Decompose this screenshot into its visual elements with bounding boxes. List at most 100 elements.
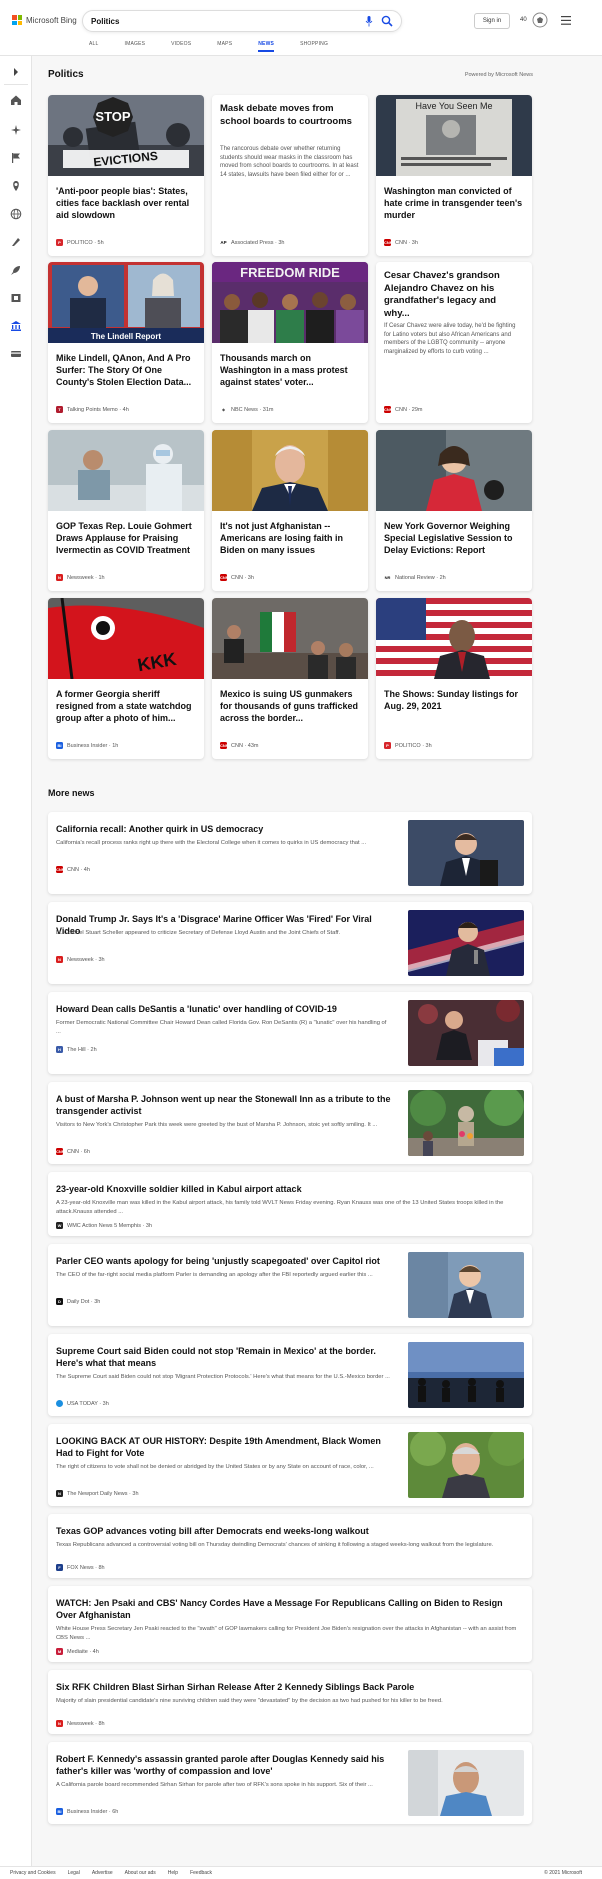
tab-shopping[interactable]: SHOPPING bbox=[300, 41, 328, 47]
politics-icon[interactable] bbox=[10, 320, 22, 332]
news-item[interactable]: Howard Dean calls DeSantis a 'lunatic' o… bbox=[48, 992, 532, 1074]
location-icon[interactable] bbox=[10, 180, 22, 192]
card-title[interactable]: Mexico is suing US gunmakers for thousan… bbox=[220, 688, 360, 724]
globe-icon[interactable] bbox=[10, 208, 22, 220]
footer-link-legal[interactable]: Legal bbox=[68, 1870, 80, 1876]
national-review-logo-icon: NR bbox=[384, 574, 391, 581]
news-item[interactable]: Texas GOP advances voting bill after Dem… bbox=[48, 1514, 532, 1578]
money-icon[interactable] bbox=[10, 348, 22, 360]
news-source: CNN CNN · 4h bbox=[56, 866, 90, 873]
news-image-sirhan bbox=[408, 1750, 524, 1816]
news-card[interactable]: Mask debate moves from school boards to … bbox=[212, 95, 368, 256]
card-title[interactable]: Thousands march on Washington in a mass … bbox=[220, 352, 360, 388]
footer-link-advertise[interactable]: Advertise bbox=[92, 1870, 113, 1876]
sign-in-button[interactable]: Sign in bbox=[474, 13, 510, 29]
news-title[interactable]: Supreme Court said Biden could not stop … bbox=[56, 1345, 392, 1369]
film-icon[interactable] bbox=[10, 292, 22, 304]
news-title[interactable]: LOOKING BACK AT OUR HISTORY: Despite 19t… bbox=[56, 1435, 392, 1459]
news-card[interactable]: New York Governor Weighing Special Legis… bbox=[376, 430, 532, 591]
menu-icon[interactable] bbox=[561, 16, 571, 25]
news-title[interactable]: California recall: Another quirk in US d… bbox=[56, 823, 392, 835]
news-item[interactable]: A bust of Marsha P. Johnson went up near… bbox=[48, 1082, 532, 1164]
microphone-icon[interactable] bbox=[365, 16, 373, 27]
news-title[interactable]: 23-year-old Knoxville soldier killed in … bbox=[56, 1183, 524, 1195]
news-item[interactable]: Robert F. Kennedy's assassin granted par… bbox=[48, 1742, 532, 1824]
card-title[interactable]: Washington man convicted of hate crime i… bbox=[384, 185, 524, 221]
news-card[interactable]: Mexico is suing US gunmakers for thousan… bbox=[212, 598, 368, 759]
sparkle-icon[interactable] bbox=[10, 124, 22, 136]
footer-link-help[interactable]: Help bbox=[168, 1870, 178, 1876]
news-title[interactable]: Parler CEO wants apology for being 'unju… bbox=[56, 1255, 392, 1267]
card-image-missing-poster: Have You Seen Me bbox=[376, 95, 532, 176]
card-title[interactable]: Mike Lindell, QAnon, And A Pro Surfer: T… bbox=[56, 352, 196, 388]
news-card[interactable]: The Lindell Report Mike Lindell, QAnon, … bbox=[48, 262, 204, 423]
news-item[interactable]: Six RFK Children Blast Sirhan Sirhan Rel… bbox=[48, 1670, 532, 1734]
sports-icon[interactable] bbox=[10, 236, 22, 248]
card-source: NR National Review · 2h bbox=[384, 574, 446, 581]
news-item[interactable]: 23-year-old Knoxville soldier killed in … bbox=[48, 1172, 532, 1236]
news-title[interactable]: Six RFK Children Blast Sirhan Sirhan Rel… bbox=[56, 1681, 524, 1693]
card-image-clyburn-flag bbox=[376, 598, 532, 679]
rewards-points[interactable]: 40 bbox=[520, 17, 527, 23]
powered-by[interactable]: Powered by Microsoft News bbox=[465, 72, 533, 78]
news-source: F FOX News · 8h bbox=[56, 1564, 105, 1571]
footer-link-privacy[interactable]: Privacy and Cookies bbox=[10, 1870, 56, 1876]
news-title[interactable]: Texas GOP advances voting bill after Dem… bbox=[56, 1525, 524, 1537]
bing-logo[interactable]: Microsoft Bing bbox=[12, 15, 77, 25]
tab-images[interactable]: IMAGES bbox=[125, 41, 146, 47]
tab-maps[interactable]: MAPS bbox=[217, 41, 232, 47]
news-item[interactable]: Donald Trump Jr. Says It's a 'Disgrace' … bbox=[48, 902, 532, 984]
fox-news-logo-icon: F bbox=[56, 1564, 63, 1571]
news-card[interactable]: STOP EVICTIONS 'Anti-poor people bias': … bbox=[48, 95, 204, 256]
search-box bbox=[82, 10, 402, 32]
footer-link-about-ads[interactable]: About our ads bbox=[125, 1870, 156, 1876]
card-title[interactable]: A former Georgia sheriff resigned from a… bbox=[56, 688, 196, 724]
card-source: CNN CNN · 3h bbox=[384, 239, 418, 246]
news-item[interactable]: WATCH: Jen Psaki and CBS' Nancy Cordes H… bbox=[48, 1586, 532, 1662]
news-image-trump-jr bbox=[408, 910, 524, 976]
card-image-mexico-press bbox=[212, 598, 368, 679]
card-title[interactable]: The Shows: Sunday listings for Aug. 29, … bbox=[384, 688, 524, 712]
news-image-marsha-johnson-bust bbox=[408, 1090, 524, 1156]
card-title[interactable]: Mask debate moves from school boards to … bbox=[220, 103, 360, 128]
sidebar bbox=[0, 56, 32, 1866]
header: Microsoft Bing Sign in 40 ALL IMAGES VID… bbox=[0, 0, 602, 56]
card-title[interactable]: GOP Texas Rep. Louie Gohmert Draws Appla… bbox=[56, 520, 196, 556]
tab-videos[interactable]: VIDEOS bbox=[171, 41, 191, 47]
search-input[interactable] bbox=[91, 14, 351, 29]
rocket-icon[interactable] bbox=[10, 264, 22, 276]
news-card[interactable]: The Shows: Sunday listings for Aug. 29, … bbox=[376, 598, 532, 759]
rewards-icon[interactable] bbox=[532, 12, 548, 28]
news-item[interactable]: California recall: Another quirk in US d… bbox=[48, 812, 532, 894]
home-icon[interactable] bbox=[10, 94, 22, 106]
news-card[interactable]: GOP Texas Rep. Louie Gohmert Draws Appla… bbox=[48, 430, 204, 591]
news-title[interactable]: WATCH: Jen Psaki and CBS' Nancy Cordes H… bbox=[56, 1597, 524, 1621]
card-title[interactable]: Cesar Chavez's grandson Alejandro Chavez… bbox=[384, 270, 524, 320]
tab-news[interactable]: NEWS bbox=[258, 41, 274, 52]
footer-link-feedback[interactable]: Feedback bbox=[190, 1870, 212, 1876]
news-snippet: A California parole board recommended Si… bbox=[56, 1782, 373, 1788]
ap-logo-icon: AP bbox=[220, 239, 227, 246]
news-card[interactable]: FREEDOM RIDE Thousands march on Washingt… bbox=[212, 262, 368, 423]
card-title[interactable]: New York Governor Weighing Special Legis… bbox=[384, 520, 524, 556]
news-title[interactable]: Howard Dean calls DeSantis a 'lunatic' o… bbox=[56, 1003, 392, 1015]
news-item[interactable]: LOOKING BACK AT OUR HISTORY: Despite 19t… bbox=[48, 1424, 532, 1506]
wmc-logo-icon: W bbox=[56, 1222, 63, 1229]
card-title[interactable]: It's not just Afghanistan -- Americans a… bbox=[220, 520, 360, 556]
search-icon[interactable] bbox=[381, 15, 393, 27]
news-item[interactable]: Parler CEO wants apology for being 'unju… bbox=[48, 1244, 532, 1326]
news-item[interactable]: Supreme Court said Biden could not stop … bbox=[48, 1334, 532, 1416]
news-title[interactable]: Robert F. Kennedy's assassin granted par… bbox=[56, 1753, 392, 1777]
flag-icon[interactable] bbox=[10, 152, 22, 164]
expand-icon[interactable] bbox=[10, 66, 22, 78]
news-card[interactable]: It's not just Afghanistan -- Americans a… bbox=[212, 430, 368, 591]
nbc-logo-icon: ◆ bbox=[220, 406, 227, 413]
news-title[interactable]: A bust of Marsha P. Johnson went up near… bbox=[56, 1093, 392, 1117]
more-news-title: More news bbox=[48, 788, 95, 798]
news-card[interactable]: KKK A former Georgia sheriff resigned fr… bbox=[48, 598, 204, 759]
card-title[interactable]: 'Anti-poor people bias': States, cities … bbox=[56, 185, 196, 221]
tab-all[interactable]: ALL bbox=[89, 41, 99, 47]
news-card[interactable]: Have You Seen Me Washington man convicte… bbox=[376, 95, 532, 256]
news-card[interactable]: Cesar Chavez's grandson Alejandro Chavez… bbox=[376, 262, 532, 423]
news-source: W WMC Action News 5 Memphis · 3h bbox=[56, 1222, 152, 1229]
